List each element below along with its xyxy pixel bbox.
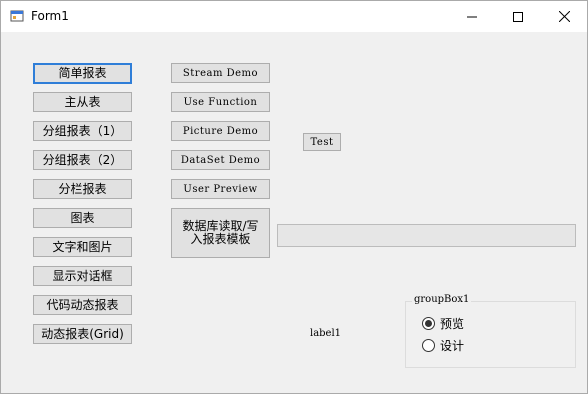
radio-preview-indicator[interactable] [422,317,435,330]
title-bar: Form1 [1,1,587,32]
dataset-demo-button[interactable]: DataSet Demo [171,150,270,170]
progress-bar [277,224,576,247]
radio-design-label: 设计 [440,339,465,353]
dynamic-report-grid-button[interactable]: 动态报表(Grid) [33,324,132,344]
label1: label1 [310,328,342,339]
window-title: Form1 [31,9,69,23]
chart-button[interactable]: 图表 [33,208,132,228]
show-dialog-button[interactable]: 显示对话框 [33,266,132,286]
close-button[interactable] [541,1,587,32]
maximize-icon [513,11,523,22]
maximize-button[interactable] [495,1,541,32]
minimize-icon [467,16,477,17]
column-report-button[interactable]: 分栏报表 [33,179,132,199]
radio-preview[interactable]: 预览 [422,315,464,332]
radio-design[interactable]: 设计 [422,337,464,354]
minimize-button[interactable] [449,1,495,32]
app-icon [10,10,24,22]
group-report-1-button[interactable]: 分组报表（1） [33,121,132,141]
picture-demo-button[interactable]: Picture Demo [171,121,270,141]
close-icon [558,11,570,22]
stream-demo-button[interactable]: Stream Demo [171,63,270,83]
main-window: Form1 简单报表 主从表 分组报表（1） 分组报表（2） 分栏报表 图表 文… [0,0,588,394]
group-report-2-button[interactable]: 分组报表（2） [33,150,132,170]
groupbox [405,301,576,368]
radio-design-indicator[interactable] [422,339,435,352]
radio-preview-label: 预览 [440,317,465,331]
test-button[interactable]: Test [303,133,341,151]
code-dynamic-report-button[interactable]: 代码动态报表 [33,295,132,315]
master-detail-button[interactable]: 主从表 [33,92,132,112]
groupbox-title: groupBox1 [412,294,472,305]
simple-report-button[interactable]: 简单报表 [33,63,132,84]
text-image-button[interactable]: 文字和图片 [33,237,132,257]
use-function-button[interactable]: Use Function [171,92,270,112]
user-preview-button[interactable]: User Preview [171,179,270,199]
db-read-write-template-button[interactable]: 数据库读取/写入报表模板 [171,208,270,258]
